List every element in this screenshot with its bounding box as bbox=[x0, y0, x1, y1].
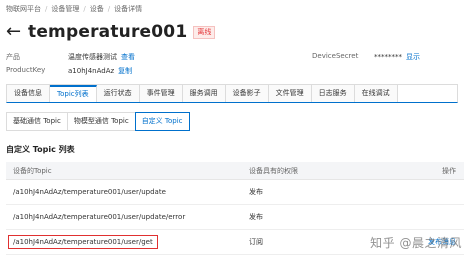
breadcrumb-item-device[interactable]: 设备 bbox=[90, 5, 104, 13]
productkey-label: ProductKey bbox=[6, 66, 46, 74]
topic-sub-tabs: 基础通信 Topic 物模型通信 Topic 自定义 Topic bbox=[6, 112, 190, 131]
product-value: 温度传感器测试 bbox=[68, 53, 117, 61]
topic-cell: /a10hJ4nAdAz/temperature001/user/get bbox=[6, 235, 249, 249]
tab-service-invocation[interactable]: 服务调用 bbox=[182, 85, 226, 102]
table-header: 设备的Topic 设备具有的权限 操作 bbox=[6, 162, 464, 180]
back-arrow-icon[interactable]: ← bbox=[6, 23, 24, 41]
permission-cell: 发布 bbox=[249, 188, 263, 196]
productkey-value: a10hJ4nAdAz bbox=[68, 67, 115, 75]
tab-file-management[interactable]: 文件管理 bbox=[268, 85, 312, 102]
tab-runtime-status[interactable]: 运行状态 bbox=[96, 85, 140, 102]
permission-cell: 发布 bbox=[249, 213, 263, 221]
breadcrumb-item-device-management[interactable]: 设备管理 bbox=[51, 5, 79, 13]
main-tabs: 设备信息 Topic列表 运行状态 事件管理 服务调用 设备影子 文件管理 日志… bbox=[6, 84, 458, 103]
tab-device-shadow[interactable]: 设备影子 bbox=[225, 85, 269, 102]
column-header-topic: 设备的Topic bbox=[13, 166, 52, 175]
highlighted-topic: /a10hJ4nAdAz/temperature001/user/get bbox=[8, 235, 158, 249]
view-product-link[interactable]: 查看 bbox=[121, 53, 135, 61]
tab-topic-list[interactable]: Topic列表 bbox=[50, 85, 97, 102]
tab-device-info[interactable]: 设备信息 bbox=[7, 85, 50, 102]
product-info: 温度传感器测试 查看 bbox=[68, 52, 135, 62]
productkey-info: a10hJ4nAdAz 复制 bbox=[68, 66, 132, 76]
breadcrumb-separator: / bbox=[83, 5, 86, 13]
breadcrumb: 物联网平台 / 设备管理 / 设备 / 设备详情 bbox=[6, 4, 142, 14]
watermark: 知乎 @晨之清风 bbox=[370, 236, 462, 250]
copy-productkey-link[interactable]: 复制 bbox=[118, 67, 132, 75]
table-row: /a10hJ4nAdAz/temperature001/user/update/… bbox=[6, 205, 464, 230]
column-header-action: 操作 bbox=[442, 166, 456, 175]
breadcrumb-item-device-detail: 设备详情 bbox=[114, 5, 143, 13]
devicesecret-value: ******** bbox=[374, 53, 402, 61]
show-secret-link[interactable]: 显示 bbox=[406, 53, 420, 61]
topic-cell: /a10hJ4nAdAz/temperature001/user/update bbox=[13, 188, 166, 196]
tab-thing-model-topic[interactable]: 物模型通信 Topic bbox=[66, 112, 136, 131]
devicesecret-info: ******** 显示 bbox=[374, 52, 420, 62]
devicesecret-label: DeviceSecret bbox=[312, 52, 359, 60]
tab-custom-topic[interactable]: 自定义 Topic bbox=[134, 112, 190, 131]
tab-basic-topic[interactable]: 基础通信 Topic bbox=[6, 112, 68, 131]
status-badge: 离线 bbox=[193, 25, 216, 39]
section-title: 自定义 Topic 列表 bbox=[6, 145, 75, 154]
tab-log-service[interactable]: 日志服务 bbox=[311, 85, 355, 102]
tab-online-debug[interactable]: 在线调试 bbox=[354, 85, 398, 102]
tab-event-management[interactable]: 事件管理 bbox=[139, 85, 183, 102]
breadcrumb-item-platform[interactable]: 物联网平台 bbox=[6, 5, 41, 13]
topic-cell: /a10hJ4nAdAz/temperature001/user/update/… bbox=[13, 213, 186, 221]
page-header: ← temperature001 离线 bbox=[6, 20, 216, 44]
breadcrumb-separator: / bbox=[45, 5, 48, 13]
column-header-permission: 设备具有的权限 bbox=[249, 166, 298, 175]
page-title: temperature001 bbox=[28, 22, 188, 42]
product-label: 产品 bbox=[6, 53, 20, 61]
table-row: /a10hJ4nAdAz/temperature001/user/update … bbox=[6, 180, 464, 205]
breadcrumb-separator: / bbox=[107, 5, 111, 13]
